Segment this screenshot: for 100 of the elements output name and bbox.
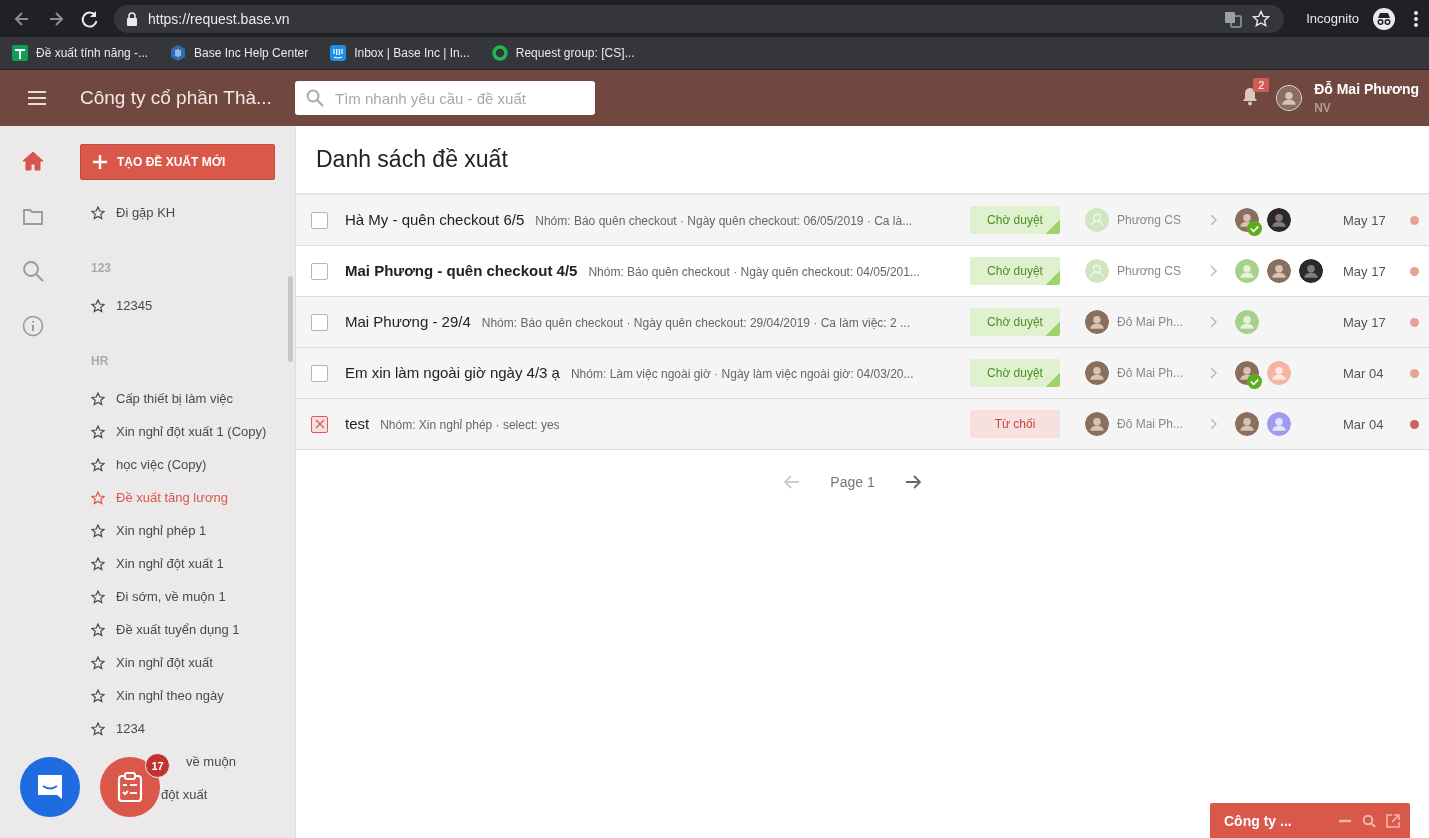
chevron-icon [1210, 214, 1218, 226]
star-icon [91, 688, 105, 703]
status-badge: Chờ duyệt [970, 308, 1060, 336]
sidebar-item[interactable]: Xin nghỉ đột xuất 1 [91, 547, 295, 580]
sidebar-item[interactable]: đột xuất [161, 778, 208, 811]
request-description: Nhóm: Làm việc ngoài giờ · Ngày làm việc ngoài giờ: 04/03/20... [570, 367, 914, 381]
next-arrow-icon[interactable] [904, 475, 921, 489]
requester-name: Đô Mai Ph... [1117, 417, 1184, 431]
request-row[interactable]: Mai Phương - 29/4 Nhóm: Báo quên checkout · Ngày quên checkout: 29/04/2019 · Ca làm việc: 2 ... Chờ duyệt Đô Mai Ph... May 17 [296, 297, 1429, 348]
url-text: https://request.base.vn [148, 10, 290, 27]
bookmark[interactable]: Request group: [CS]... [491, 45, 635, 61]
sidebar-item[interactable]: Đi sớm, về muộn 1 [91, 580, 295, 613]
search-icon[interactable] [22, 260, 44, 282]
spreadsheet-icon [12, 45, 28, 61]
menu-icon[interactable] [28, 91, 46, 105]
sidebar-item[interactable]: 12345 [91, 289, 295, 322]
request-title: Em xin làm ngoài giờ ngày 4/3 ạ [345, 364, 560, 381]
sidebar-item[interactable]: Xin nghỉ đột xuất 1 (Copy) [91, 415, 295, 448]
profile-label: Incognito [1306, 11, 1359, 26]
create-button[interactable]: TẠO ĐỀ XUẤT MỚI [80, 144, 275, 180]
bookmark[interactable]: Inbox | Base Inc | In... [330, 45, 470, 61]
checkbox[interactable] [311, 364, 328, 382]
request-description: Nhóm: Báo quên checkout · Ngày quên checkout: 29/04/2019 · Ca làm việc: 2 ... [481, 316, 911, 330]
bookmark[interactable]: Base Inc Help Center [170, 45, 309, 61]
scrollbar[interactable] [288, 276, 293, 362]
chat-bubble-icon [36, 773, 64, 801]
star-icon[interactable] [1252, 9, 1271, 28]
address-bar[interactable]: https://request.base.vn [114, 4, 1285, 33]
requester-name: Phương CS [1117, 264, 1181, 278]
request-title: test [345, 415, 370, 432]
request-row[interactable]: Em xin làm ngoài giờ ngày 4/3 ạ Nhóm: Làm việc ngoài giờ · Ngày làm việc ngoài giờ: 04/03/20... Chờ duyệt Đô Mai Ph... Mar 04 [296, 348, 1429, 399]
notification-badge: 2 [1253, 78, 1270, 92]
group-heading: HR [91, 353, 110, 370]
chat-bars-icon [330, 45, 347, 61]
group-heading: 123 [91, 260, 113, 277]
star-icon [91, 556, 105, 571]
star-icon [91, 457, 105, 472]
approved-check-icon [1247, 374, 1262, 389]
sidebar-item[interactable]: Cấp thiết bị làm việc [91, 382, 295, 415]
user-name: Đỗ Mai Phương [1314, 81, 1419, 97]
sidebar-item[interactable]: Xin nghỉ phép 1 [91, 514, 295, 547]
request-row[interactable]: Hà My - quên checkout 6/5 Nhóm: Báo quên checkout · Ngày quên checkout: 06/05/2019 · Ca là... Chờ duyệt Phương CS May 17 [296, 195, 1429, 246]
external-link-icon[interactable] [1386, 813, 1400, 828]
request-description: Nhóm: Báo quên checkout · Ngày quên checkout: 06/05/2019 · Ca là... [535, 214, 913, 228]
star-icon [91, 298, 105, 313]
hexagon-icon [170, 45, 187, 61]
chat-window-title: Công ty ... [1224, 812, 1293, 829]
request-title: Hà My - quên checkout 6/5 [345, 211, 525, 228]
status-badge: Chờ duyệt [970, 206, 1060, 234]
request-description: Nhóm: Xin nghỉ phép · select: yes [380, 418, 560, 432]
clipboard-icon [117, 772, 143, 802]
request-description: Nhóm: Báo quên checkout · Ngày quên checkout: 04/05/201... [588, 265, 920, 279]
sidebar-item[interactable]: Đề xuất tuyển dụng 1 [91, 613, 295, 646]
incognito-icon[interactable] [1373, 7, 1395, 30]
status-badge: Từ chối [970, 410, 1060, 438]
star-icon [91, 589, 105, 604]
avatar-icon [1276, 85, 1303, 111]
request-date: Mar 04 [1343, 365, 1385, 381]
star-icon [91, 622, 105, 637]
request-date: Mar 04 [1343, 416, 1385, 432]
sidebar-item[interactable]: Xin nghỉ theo ngày [91, 679, 295, 712]
requester-name: Đô Mai Ph... [1117, 315, 1184, 329]
search-field[interactable]: Tìm nhanh yêu cầu - đề xuất [295, 81, 595, 115]
avatar-icon [1085, 208, 1109, 232]
status-badge: Chờ duyệt [970, 359, 1060, 387]
sidebar-item[interactable]: 1234 [91, 712, 295, 745]
request-row[interactable]: test Nhóm: Xin nghỉ phép · select: yes Từ chối Đô Mai Ph... Mar 04 [296, 399, 1429, 450]
sidebar-item[interactable]: học việc (Copy) [91, 448, 295, 481]
home-icon[interactable] [22, 150, 44, 172]
avatar-icon [1085, 259, 1109, 283]
approved-check-icon [1247, 221, 1262, 236]
request-title: Mai Phương - quên checkout 4/5 [345, 262, 578, 279]
menu-icon[interactable] [1413, 9, 1419, 28]
chevron-icon [1210, 316, 1218, 328]
sidebar-item[interactable]: Xin nghỉ đột xuất [91, 646, 295, 679]
checkbox[interactable] [311, 313, 328, 331]
chevron-icon [1210, 265, 1218, 277]
search-icon[interactable] [1362, 813, 1376, 828]
request-date: May 17 [1343, 314, 1387, 330]
user-role: NV [1314, 101, 1332, 115]
request-title: Mai Phương - 29/4 [345, 313, 471, 330]
checkbox[interactable] [311, 211, 328, 229]
search-icon [306, 89, 324, 107]
star-icon [91, 424, 105, 439]
request-date: May 17 [1343, 212, 1387, 228]
chat-window-bar[interactable]: Công ty ... [1210, 803, 1410, 838]
info-icon[interactable] [22, 315, 44, 337]
bookmark[interactable]: Đề xuất tính năng -... [12, 45, 149, 61]
request-date: May 17 [1343, 263, 1387, 279]
checkbox[interactable] [311, 415, 328, 433]
translate-icon[interactable] [1224, 9, 1243, 28]
star-icon [91, 490, 105, 505]
cross-icon [314, 419, 325, 429]
plus-icon [93, 155, 107, 169]
status-badge: Chờ duyệt [970, 257, 1060, 285]
checkbox[interactable] [311, 262, 328, 280]
sidebar-item[interactable]: Đi gặp KH [91, 196, 295, 229]
avatar-icon [1085, 361, 1109, 385]
sidebar-item[interactable]: về muộn [186, 745, 236, 778]
star-icon [91, 523, 105, 538]
